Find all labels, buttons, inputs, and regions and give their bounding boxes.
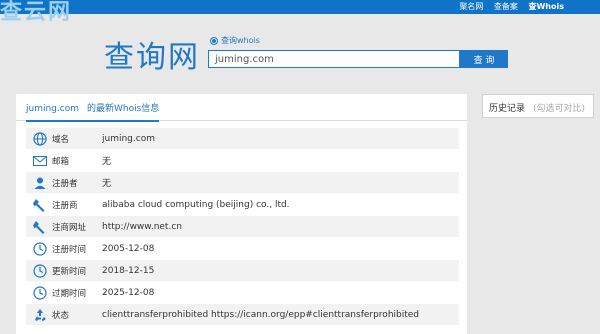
wrench-icon [28, 198, 52, 212]
top-link-juming[interactable]: 聚名网 [459, 2, 483, 11]
clock-icon [28, 263, 52, 278]
whois-tabbar: juming.com 的最新Whois信息 [16, 94, 467, 122]
row-value: 2018-12-15 [102, 265, 155, 276]
row-label: 注商网址 [52, 222, 87, 233]
whois-row-created: 注册时间 2005-12-08 [26, 238, 459, 259]
whois-radio[interactable]: 查询whois [210, 35, 260, 46]
row-label: 邮箱 [52, 156, 70, 167]
row-value: 无 [102, 157, 112, 167]
search-input[interactable]: juming.com [208, 50, 460, 68]
row-label: 域名 [52, 134, 70, 145]
top-links: 聚名网 查备案 查Whois [451, 1, 564, 12]
row-label: 注册者 [52, 178, 78, 189]
search-input-value: juming.com [215, 54, 274, 65]
row-label: 过期时间 [52, 288, 87, 299]
user-icon [28, 176, 52, 190]
whois-row-registrant: 注册者 无 [26, 172, 459, 193]
wrench-icon [28, 220, 52, 234]
clock-icon [28, 285, 52, 300]
recycle-icon [28, 308, 52, 322]
row-value[interactable]: http://www.net.cn [102, 222, 182, 232]
top-link-whois[interactable]: 查Whois [528, 2, 564, 11]
row-value: clienttransferprohibited https://icann.o… [102, 309, 420, 320]
tab-title: 的最新Whois信息 [86, 104, 160, 114]
history-title: 历史记录 [489, 104, 526, 114]
history-hint: (勾选可对比) [533, 104, 586, 114]
search-button[interactable]: 查 询 [460, 50, 508, 68]
tab-domain: juming.com [26, 104, 79, 114]
row-value: 2005-12-08 [102, 243, 155, 254]
site-logo[interactable]: 查询网 [104, 32, 200, 76]
tab-latest-whois[interactable]: juming.com 的最新Whois信息 [26, 101, 160, 122]
top-link-beian[interactable]: 查备案 [494, 2, 518, 11]
whois-row-email: 邮箱 无 [26, 150, 459, 171]
whois-row-registrar-url: 注商网址 http://www.net.cn [26, 216, 459, 237]
row-label: 注册时间 [52, 244, 87, 255]
whois-row-domain: 域名 juming.com [26, 128, 459, 149]
mail-icon [28, 155, 52, 166]
whois-row-expires: 过期时间 2025-12-08 [26, 282, 459, 303]
history-panel[interactable]: 历史记录 (勾选可对比) [482, 94, 594, 118]
radio-selected-icon[interactable] [210, 36, 218, 45]
row-label: 更新时间 [52, 266, 87, 277]
whois-row-registrar: 注册商 alibaba cloud computing (beijing) co… [26, 194, 459, 215]
row-value: juming.com [102, 133, 155, 144]
whois-radio-label: 查询whois [221, 36, 260, 45]
row-label: 状态 [52, 310, 70, 321]
row-label: 注册商 [52, 200, 78, 211]
globe-icon [28, 131, 52, 146]
whois-row-status: 状态 clienttransferprohibited https://ican… [26, 304, 459, 325]
clock-icon [28, 241, 52, 256]
site-watermark: 查云网 [0, 0, 73, 25]
row-value: 无 [102, 179, 112, 189]
top-nav-bar: 查云网 聚名网 查备案 查Whois [0, 0, 600, 25]
whois-panel: juming.com 的最新Whois信息 域名 juming.com 邮箱 无 … [16, 94, 467, 334]
row-value: 2025-12-08 [102, 287, 155, 298]
row-value: alibaba cloud computing (beijing) co., l… [102, 199, 290, 210]
whois-row-updated: 更新时间 2018-12-15 [26, 260, 459, 281]
